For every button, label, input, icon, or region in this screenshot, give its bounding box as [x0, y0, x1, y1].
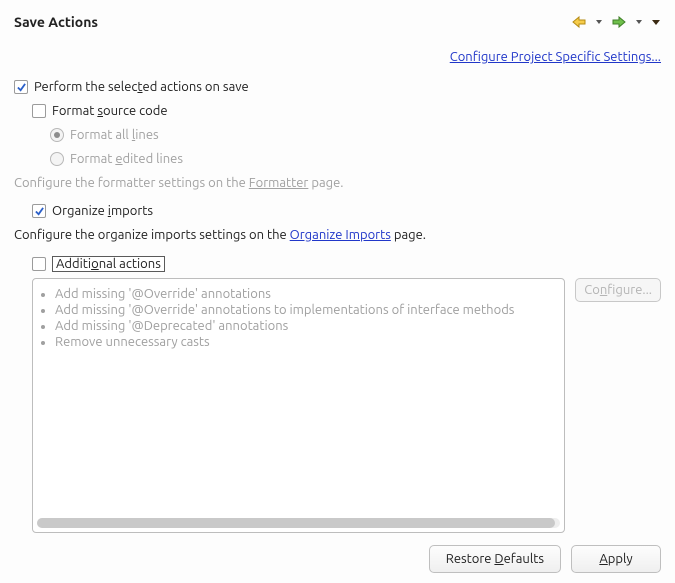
- list-item: Add missing '@Deprecated' annotations: [55, 319, 558, 333]
- format-all-lines-radio: [50, 128, 64, 142]
- list-item: Remove unnecessary casts: [55, 335, 558, 349]
- back-menu-chevron-icon[interactable]: [595, 18, 603, 26]
- apply-button[interactable]: Apply: [571, 545, 661, 573]
- forward-menu-chevron-icon[interactable]: [635, 18, 643, 26]
- list-item: Add missing '@Override' annotations: [55, 287, 558, 301]
- organize-imports-label: Organize imports: [52, 204, 153, 218]
- configure-button: Configure...: [575, 278, 661, 302]
- format-all-lines-label: Format all lines: [70, 128, 159, 142]
- dropdown-icon[interactable]: [651, 17, 661, 27]
- organize-imports-link[interactable]: Organize Imports: [290, 228, 391, 242]
- additional-actions-list: Add missing '@Override' annotations Add …: [32, 278, 565, 533]
- formatter-link: Formatter: [249, 176, 309, 190]
- back-icon[interactable]: [571, 15, 587, 29]
- organize-imports-help-text: Configure the organize imports settings …: [14, 228, 661, 242]
- additional-actions-label: Additional actions: [52, 256, 165, 272]
- format-source-label: Format source code: [52, 104, 168, 118]
- list-item: Add missing '@Override' annotations to i…: [55, 303, 558, 317]
- page-title: Save Actions: [14, 14, 98, 30]
- additional-actions-checkbox[interactable]: [32, 257, 46, 271]
- formatter-help-text: Configure the formatter settings on the …: [14, 176, 661, 190]
- perform-on-save-checkbox[interactable]: [14, 80, 28, 94]
- perform-on-save-label: Perform the selected actions on save: [34, 80, 249, 94]
- format-edited-lines-label: Format edited lines: [70, 152, 183, 166]
- format-source-checkbox[interactable]: [32, 104, 46, 118]
- horizontal-scrollbar[interactable]: [37, 518, 560, 528]
- restore-defaults-button[interactable]: Restore Defaults: [429, 545, 561, 573]
- forward-icon[interactable]: [611, 15, 627, 29]
- nav-icon-group: [571, 15, 661, 29]
- configure-project-specific-link[interactable]: Configure Project Specific Settings...: [450, 50, 661, 64]
- organize-imports-checkbox[interactable]: [32, 204, 46, 218]
- format-edited-lines-radio: [50, 152, 64, 166]
